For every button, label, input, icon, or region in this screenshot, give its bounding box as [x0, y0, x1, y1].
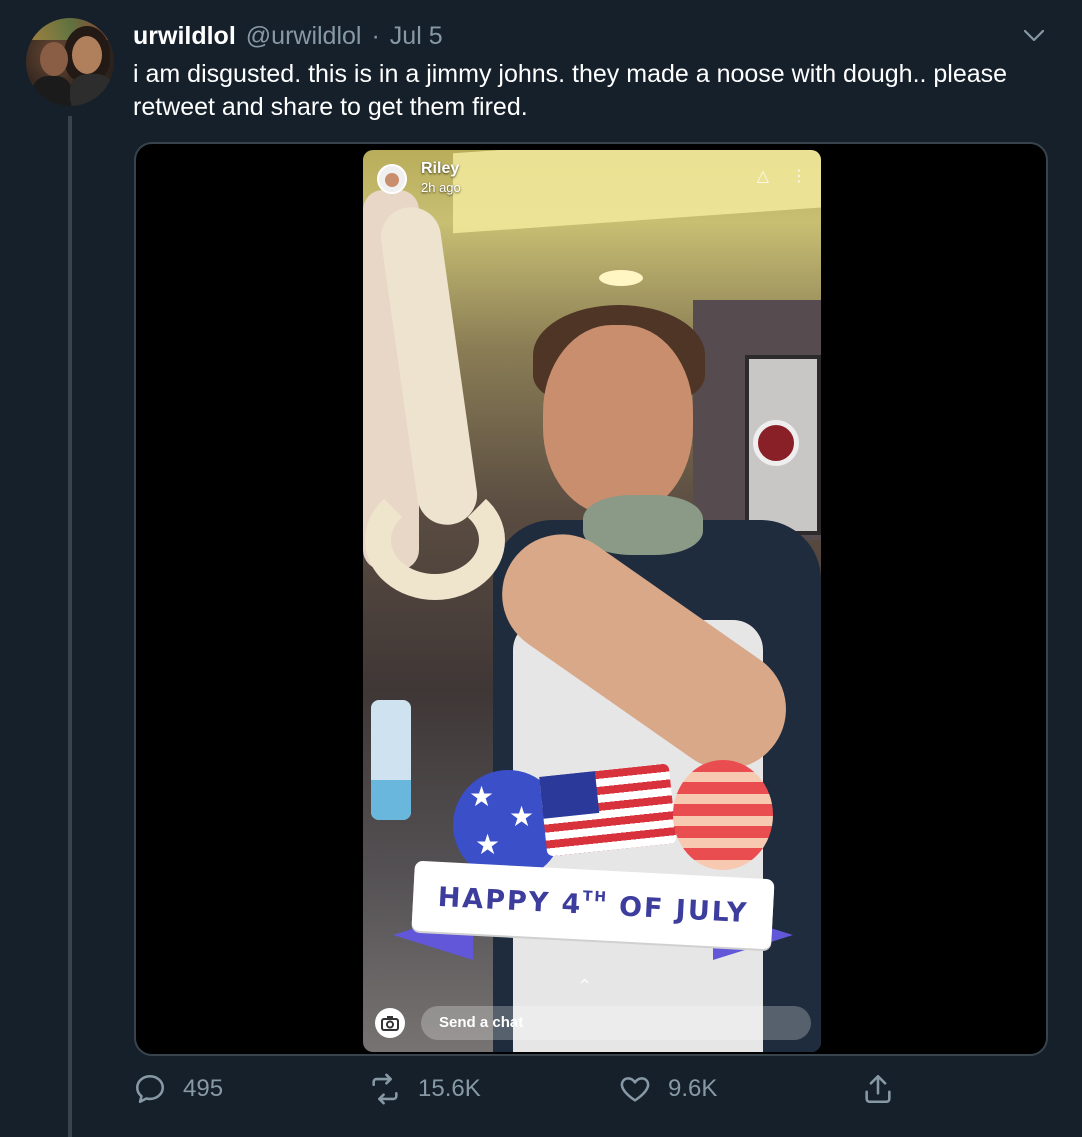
reply-button[interactable]: 495 [133, 1072, 223, 1106]
heart-icon [620, 1077, 650, 1102]
snap-chat-field: Send a chat [421, 1006, 811, 1040]
sticker-text-end: OF JULY [606, 890, 750, 929]
sticker-text: HAPPY 4 [436, 881, 584, 920]
star-icon: ★ [509, 801, 535, 832]
avatar-face [72, 36, 102, 74]
reply-count: 495 [183, 1075, 224, 1102]
bell-icon: △ [756, 168, 769, 185]
avatar-body [32, 76, 72, 106]
stripe-balloon [673, 760, 773, 870]
separator-dot: · [371, 22, 380, 50]
camera-icon [375, 1008, 405, 1038]
snap-top-icons: △ ⋮ [757, 166, 807, 186]
share-button[interactable] [861, 1072, 895, 1106]
tweet-text: i am disgusted. this is in a jimmy johns… [133, 60, 1008, 121]
more-icon: ⋮ [791, 168, 807, 185]
snap-video[interactable]: Riley 2h ago △ ⋮ ★ ★ ★ HAPPY 4 TH OF JULY… [363, 150, 821, 1052]
thread-line [68, 116, 72, 1137]
retweet-count: 15.6K [418, 1075, 481, 1102]
tweet-media[interactable]: Riley 2h ago △ ⋮ ★ ★ ★ HAPPY 4 TH OF JULY… [134, 142, 1048, 1056]
sticker-text-sup: TH [582, 888, 609, 906]
chevron-down-icon[interactable] [1022, 26, 1046, 46]
avatar[interactable] [26, 18, 114, 106]
recessed-light [599, 270, 643, 286]
reply-icon [135, 1074, 165, 1104]
us-flag [539, 763, 677, 857]
store-logo [753, 420, 799, 466]
ceiling-light [453, 150, 821, 234]
person-bandana [583, 495, 703, 555]
star-icon: ★ [469, 781, 495, 812]
snap-username: Riley [421, 160, 460, 177]
tweet-actions: 495 15.6K 9.6K [133, 1072, 913, 1112]
dough-loop [365, 480, 505, 600]
tweet-header: urwildlol @urwildlol · Jul 5 [133, 22, 443, 51]
flag-canton [539, 771, 600, 819]
snap-timestamp: 2h ago [421, 180, 461, 195]
snap-avatar [377, 164, 407, 194]
display-name[interactable]: urwildlol [133, 22, 236, 51]
share-icon [865, 1074, 891, 1104]
retweet-button[interactable]: 15.6K [368, 1072, 481, 1106]
person-head [543, 325, 693, 515]
avatar-face [40, 42, 68, 76]
like-count: 9.6K [668, 1075, 718, 1102]
fourth-of-july-sticker: ★ ★ ★ HAPPY 4 TH OF JULY [393, 760, 793, 980]
avatar-body [70, 74, 114, 106]
like-button[interactable]: 9.6K [618, 1072, 717, 1106]
star-icon: ★ [475, 829, 501, 860]
user-handle[interactable]: @urwildlol [246, 22, 362, 51]
chevron-up-icon: ⌃ [577, 976, 593, 996]
tweet-date[interactable]: Jul 5 [390, 22, 443, 51]
retweet-icon [372, 1073, 398, 1105]
